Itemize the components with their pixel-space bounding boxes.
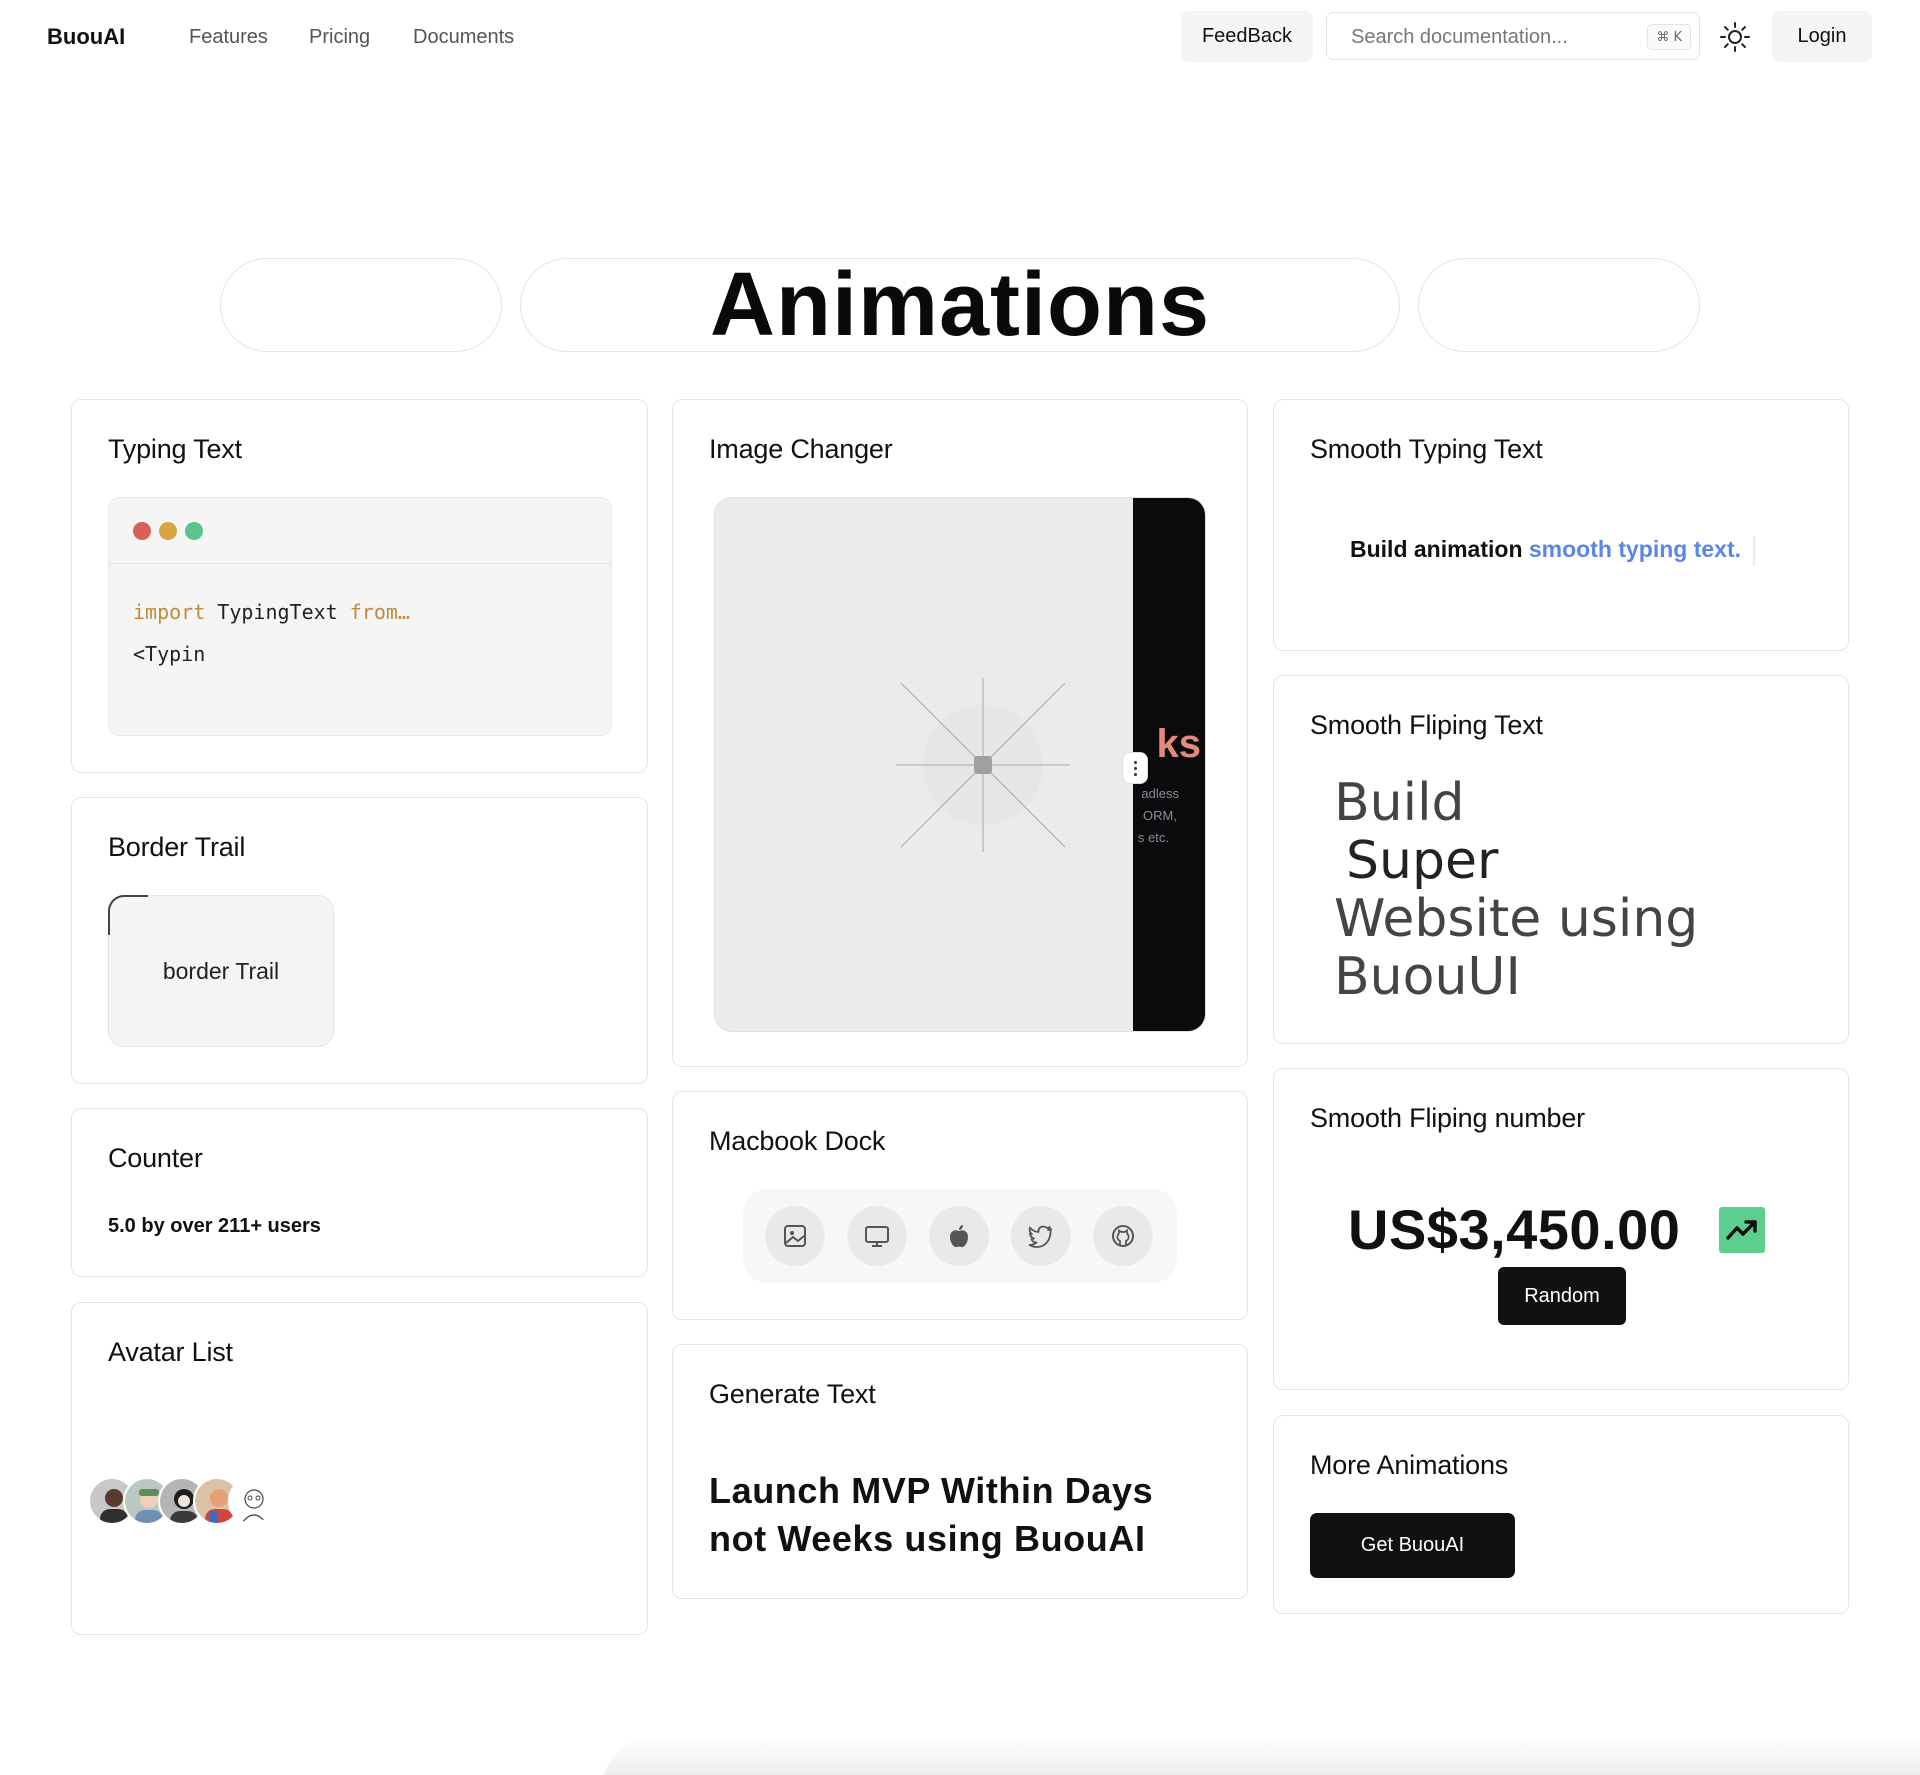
card-smooth-typing-text: Smooth Typing Text Build animation smoot… [1273, 399, 1849, 651]
counter-text: 5.0 by over 211+ users [108, 1215, 321, 1237]
card-title: Typing Text [108, 434, 242, 464]
card-border-trail: Border Trail border Trail [71, 797, 648, 1084]
window-minimize-dot [159, 522, 177, 540]
card-title: Generate Text [709, 1379, 876, 1409]
card-title: Smooth Fliping Text [1310, 710, 1543, 740]
page-title: Animations [709, 254, 1211, 355]
smooth-typing-text: Build animation smooth typing text. [1350, 536, 1756, 566]
random-button[interactable]: Random [1498, 1267, 1626, 1325]
dark-image-text: adless [1141, 786, 1179, 801]
card-title: More Animations [1310, 1450, 1509, 1480]
generated-text-line: not Weeks using BuouAI [709, 1518, 1146, 1559]
apple-icon[interactable] [929, 1206, 989, 1266]
typing-caret [1753, 536, 1756, 566]
slider-handle[interactable] [1122, 752, 1148, 784]
sun-icon[interactable] [1718, 20, 1752, 54]
card-title: Smooth Fliping number [1310, 1103, 1585, 1133]
nav-link-pricing[interactable]: Pricing [309, 26, 370, 49]
flip-text-line: Super [1346, 831, 1499, 891]
card-counter: Counter 5.0 by over 211+ users [71, 1108, 648, 1277]
dark-image-text: s etc. [1137, 830, 1169, 845]
border-trail-arc [108, 895, 148, 935]
hero-pill-left [220, 258, 502, 352]
search-shortcut-badge: ⌘ K [1647, 24, 1691, 50]
card-smooth-flipping-text: Smooth Fliping Text Build Super Website … [1273, 675, 1849, 1044]
card-typing-text: Typing Text import TypingText from… <Typ… [71, 399, 648, 773]
card-generate-text: Generate Text Launch MVP Within Days not… [672, 1344, 1248, 1599]
github-icon[interactable] [1093, 1206, 1153, 1266]
flip-text-line: Build [1334, 773, 1465, 833]
window-close-dot [133, 522, 151, 540]
macbook-dock [743, 1189, 1177, 1283]
window-maximize-dot [185, 522, 203, 540]
flipping-number-value: US$3,450.00 [1348, 1198, 1681, 1261]
flip-text-line: BuouUI [1334, 947, 1521, 1007]
image-icon[interactable] [765, 1206, 825, 1266]
avatar-list [88, 1477, 288, 1527]
card-title: Border Trail [108, 832, 246, 862]
card-image-changer: Image Changer ks adless ORM, s etc. [672, 399, 1248, 1067]
nav-link-features[interactable]: Features [189, 26, 268, 49]
card-title: Macbook Dock [709, 1126, 886, 1156]
code-keyword-import: import [133, 600, 206, 624]
code-window: import TypingText from… <Typin [108, 497, 612, 736]
dark-image-text: ORM, [1143, 808, 1177, 823]
image-compare-frame[interactable]: ks adless ORM, s etc. [714, 497, 1206, 1032]
card-title: Counter [108, 1143, 203, 1173]
border-trail-box[interactable]: border Trail [108, 895, 334, 1047]
card-title: Avatar List [108, 1337, 233, 1367]
twitter-icon[interactable] [1011, 1206, 1071, 1266]
search-placeholder: Search documentation... [1351, 26, 1568, 48]
card-smooth-flipping-number: Smooth Fliping number US$3,450.00 Random [1273, 1068, 1849, 1390]
flip-text-line: Website using [1334, 889, 1699, 949]
hero-pill-right [1418, 258, 1700, 352]
dark-image-word: ks [1156, 722, 1202, 766]
smooth-typing-accent: smooth typing text. [1528, 536, 1742, 563]
card-more-animations: More Animations Get BuouAI [1273, 1415, 1849, 1614]
code-identifier: TypingText [205, 600, 350, 624]
avatar[interactable] [228, 1477, 276, 1525]
card-avatar-list: Avatar List [71, 1302, 648, 1635]
border-trail-label: border Trail [162, 957, 280, 984]
bottom-edge-shadow [600, 1735, 1920, 1775]
logo[interactable]: BuouAI [47, 24, 125, 50]
generated-text-line: Launch MVP Within Days [709, 1470, 1154, 1511]
code-keyword-from: from… [349, 600, 410, 624]
smooth-typing-plain: Build animation [1350, 536, 1529, 563]
get-buouai-button[interactable]: Get BuouAI [1310, 1513, 1515, 1578]
card-macbook-dock: Macbook Dock [672, 1091, 1248, 1320]
generated-text: Launch MVP Within Days not Weeks using B… [709, 1467, 1229, 1563]
login-button[interactable]: Login [1772, 11, 1872, 62]
search-input[interactable]: Search documentation... ⌘ K [1326, 12, 1700, 60]
top-nav: BuouAI Features Pricing Documents FeedBa… [0, 0, 1920, 74]
card-title: Smooth Typing Text [1310, 434, 1543, 464]
code-window-titlebar [109, 498, 611, 564]
nav-link-documents[interactable]: Documents [413, 26, 514, 49]
card-title: Image Changer [709, 434, 893, 464]
code-line-1: import TypingText from… [133, 600, 410, 624]
code-line-2: <Typin [133, 642, 206, 666]
monitor-icon[interactable] [847, 1206, 907, 1266]
trending-up-icon [1719, 1207, 1765, 1253]
feedback-button[interactable]: FeedBack [1181, 11, 1313, 62]
